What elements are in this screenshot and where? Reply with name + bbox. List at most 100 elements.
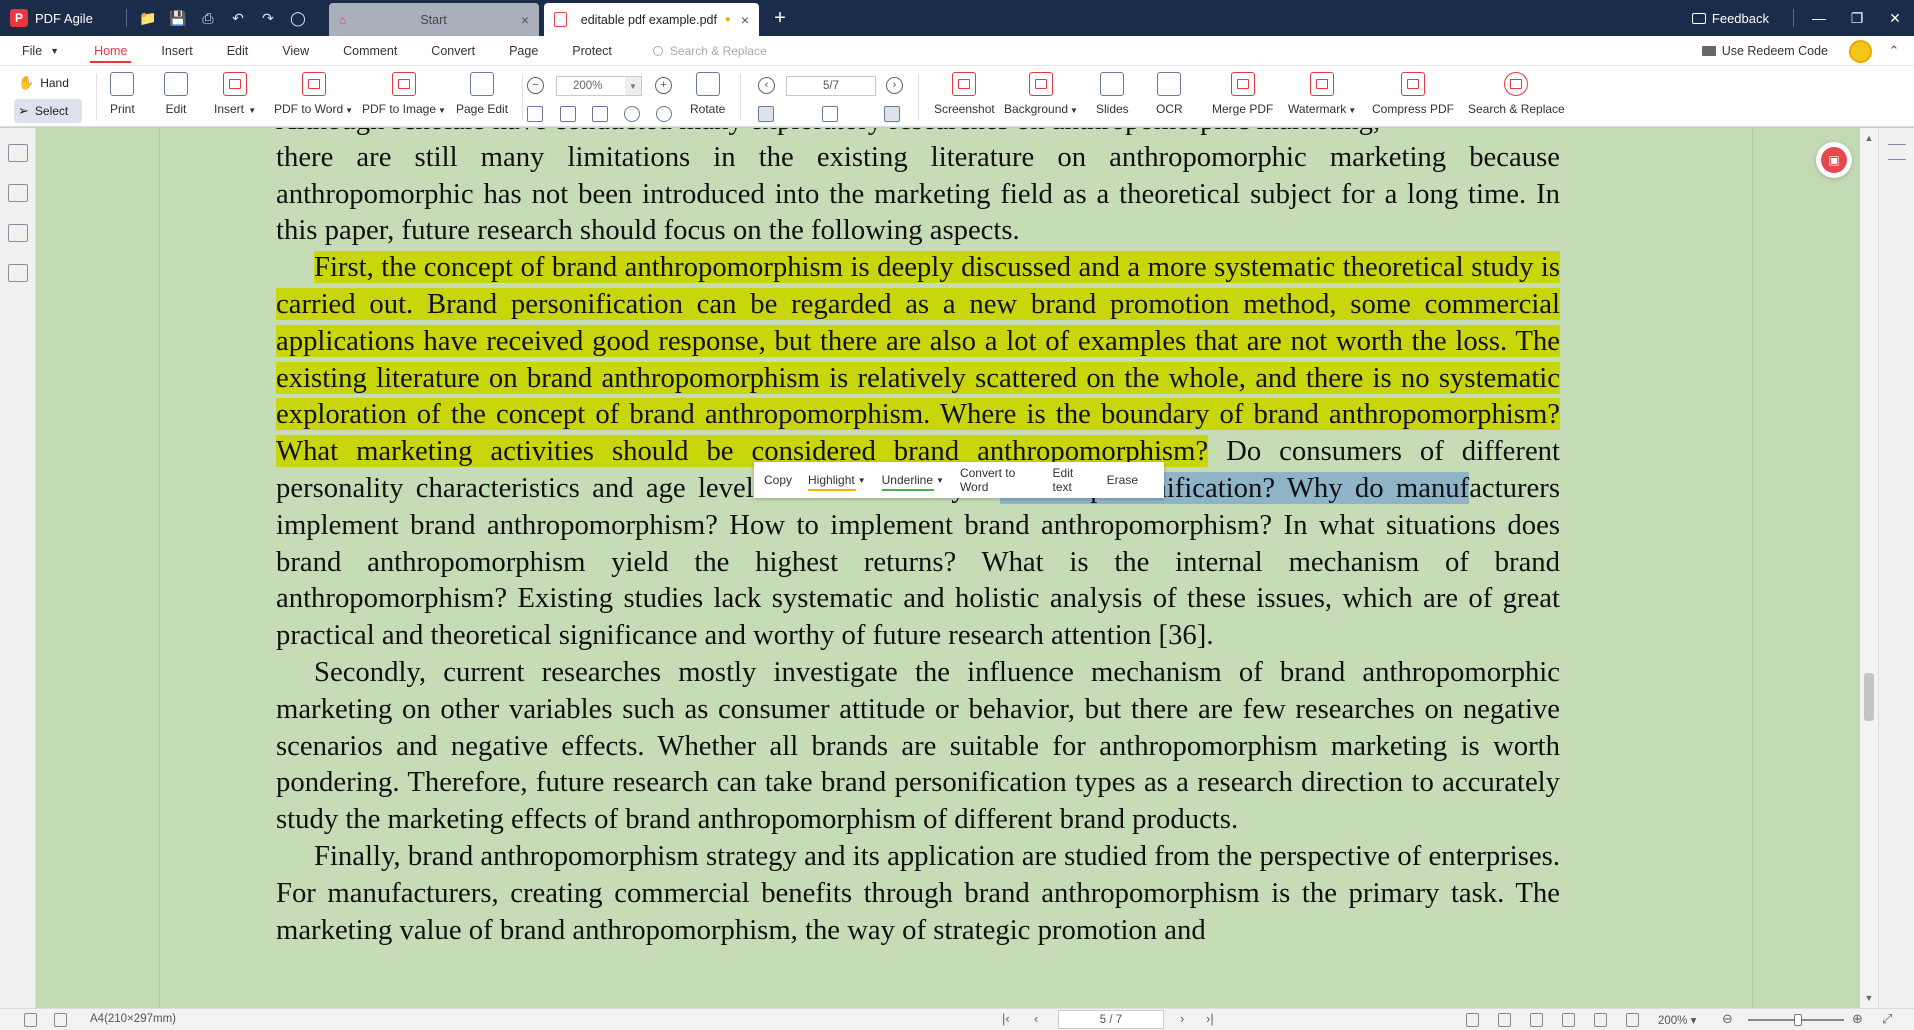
background-button[interactable]: Background ▼ (1004, 72, 1078, 116)
rotate-left-icon[interactable] (624, 106, 640, 122)
feedback-label: Feedback (1711, 10, 1769, 26)
thumbnails-icon[interactable] (8, 184, 28, 202)
scroll-up-icon[interactable]: ▲ (1860, 130, 1878, 146)
tab-document[interactable]: editable pdf example.pdf ● × (544, 3, 759, 36)
fit-page-icon[interactable] (527, 106, 543, 122)
previous-page-icon[interactable]: ‹ (758, 77, 775, 94)
view-mode-icon[interactable] (1466, 1013, 1479, 1027)
view-mode-icon[interactable] (1530, 1013, 1543, 1027)
properties-sliders-icon[interactable] (1888, 144, 1906, 160)
scrollbar-thumb[interactable] (1864, 673, 1874, 721)
open-folder-icon[interactable]: 📁 (133, 3, 163, 33)
page-icon[interactable] (24, 1013, 37, 1027)
collapse-ribbon-icon[interactable]: ⌃ (1884, 41, 1904, 61)
hand-tool-button[interactable]: ✋ Hand (14, 71, 82, 95)
close-window-icon[interactable]: ✕ (1876, 0, 1914, 36)
next-page-icon[interactable]: › (886, 77, 903, 94)
restore-icon[interactable]: ❐ (1838, 0, 1876, 36)
new-tab-plus-icon[interactable]: + (766, 4, 794, 32)
menu-home[interactable]: Home (77, 36, 144, 66)
rotate-button[interactable]: Rotate (690, 72, 725, 116)
compress-pdf-button[interactable]: Compress PDF (1372, 72, 1454, 116)
menu-page[interactable]: Page (492, 36, 555, 66)
pdf-to-image-button[interactable]: PDF to Image ▼ (362, 72, 446, 116)
view-mode-icon[interactable] (1626, 1013, 1639, 1027)
scroll-down-icon[interactable]: ▼ (1860, 990, 1878, 1006)
outline-list-icon[interactable] (8, 144, 28, 162)
annotations-icon[interactable] (8, 224, 28, 242)
minimize-icon[interactable]: — (1800, 0, 1838, 36)
view-mode-icon[interactable] (1594, 1013, 1607, 1027)
menu-search[interactable]: Search & Replace (652, 44, 767, 58)
print-icon[interactable]: ⎙ (193, 3, 223, 33)
zoom-out-icon[interactable]: ⊖ (1722, 1011, 1733, 1027)
select-tool-button[interactable]: ➢ Select (14, 99, 82, 123)
zoom-in-icon[interactable]: + (655, 77, 672, 94)
zoom-out-icon[interactable]: − (527, 77, 544, 94)
zoom-in-icon[interactable]: ⊕ (1852, 1011, 1863, 1027)
last-page-icon[interactable]: ›| (1206, 1011, 1214, 1026)
redo-icon[interactable]: ↷ (253, 3, 283, 33)
ocr-button[interactable]: OCR (1156, 72, 1183, 116)
fit-width-icon[interactable] (560, 106, 576, 122)
search-panel-icon[interactable] (8, 264, 28, 282)
search-replace-button[interactable]: Search & Replace (1468, 72, 1565, 116)
single-page-view-icon[interactable] (758, 106, 774, 122)
edit-text-button[interactable]: Edit text (1053, 466, 1091, 494)
page-edit-button[interactable]: Page Edit (456, 72, 508, 116)
watermark-button[interactable]: Watermark ▼ (1288, 72, 1356, 116)
first-page-icon[interactable]: |‹ (1002, 1011, 1010, 1026)
history-icon[interactable]: ◯ (283, 3, 313, 33)
continuous-view-icon[interactable] (884, 106, 900, 122)
highlight-button[interactable]: Highlight ▼ (808, 473, 866, 491)
view-mode-icon[interactable] (1562, 1013, 1575, 1027)
save-icon[interactable]: 💾 (163, 3, 193, 33)
close-icon[interactable]: × (741, 12, 749, 28)
print-button[interactable]: Print (110, 72, 135, 116)
tab-start[interactable]: ⌂ Start × (329, 3, 539, 36)
menu-convert[interactable]: Convert (414, 36, 492, 66)
menu-protect[interactable]: Protect (555, 36, 629, 66)
redeem-code-button[interactable]: Use Redeem Code (1701, 36, 1828, 66)
view-mode-icon[interactable] (1498, 1013, 1511, 1027)
menu-comment[interactable]: Comment (326, 36, 414, 66)
caret-down-icon[interactable]: ▼ (625, 77, 641, 95)
menu-edit[interactable]: Edit (210, 36, 266, 66)
copy-button[interactable]: Copy (764, 473, 792, 487)
page-number-input[interactable]: 5/7 (786, 76, 876, 96)
insert-button[interactable]: Insert ▼ (214, 72, 256, 116)
two-page-view-icon[interactable] (822, 106, 838, 122)
vertical-scrollbar[interactable]: ▲ ▼ (1860, 128, 1878, 1008)
ai-assistant-icon: ▣ (1821, 147, 1847, 173)
ai-assistant-button[interactable]: ▣ (1816, 142, 1852, 178)
edit-button[interactable]: Edit (164, 72, 188, 116)
undo-icon[interactable]: ↶ (223, 3, 253, 33)
feedback-button[interactable]: Feedback (1691, 10, 1769, 26)
zoom-select[interactable]: 200% ▼ (556, 76, 642, 96)
status-zoom-select[interactable]: 200% ▾ (1658, 1013, 1696, 1027)
slides-button[interactable]: Slides (1096, 72, 1129, 116)
menu-file[interactable]: File ▼ (0, 36, 77, 66)
convert-to-word-button[interactable]: Convert to Word (960, 466, 1037, 494)
screenshot-button[interactable]: Screenshot (934, 72, 995, 116)
pdf-to-word-button[interactable]: PDF to Word ▼ (274, 72, 353, 116)
merge-pdf-button[interactable]: Merge PDF (1212, 72, 1273, 116)
fullscreen-icon[interactable]: ⤢ (1882, 1011, 1892, 1027)
title-bar: P PDF Agile 📁 💾 ⎙ ↶ ↷ ◯ ⌂ Start × editab… (0, 0, 1914, 36)
menu-insert[interactable]: Insert (144, 36, 209, 66)
zoom-slider[interactable] (1748, 1014, 1844, 1026)
zoom-slider-knob[interactable] (1794, 1014, 1802, 1026)
document-viewport[interactable] (36, 128, 1860, 1008)
pdf-to-image-label: PDF to Image (362, 102, 437, 116)
rotate-right-icon[interactable] (656, 106, 672, 122)
page-export-icon[interactable] (54, 1013, 67, 1027)
previous-page-icon[interactable]: ‹ (1034, 1011, 1038, 1026)
underline-button[interactable]: Underline ▼ (881, 473, 944, 491)
actual-size-icon[interactable] (592, 106, 608, 122)
avatar[interactable] (1849, 40, 1872, 63)
menu-view[interactable]: View (265, 36, 326, 66)
close-icon[interactable]: × (521, 12, 529, 28)
erase-button[interactable]: Erase (1107, 473, 1138, 487)
next-page-icon[interactable]: › (1180, 1011, 1184, 1026)
status-page-input[interactable]: 5 / 7 (1058, 1010, 1164, 1029)
